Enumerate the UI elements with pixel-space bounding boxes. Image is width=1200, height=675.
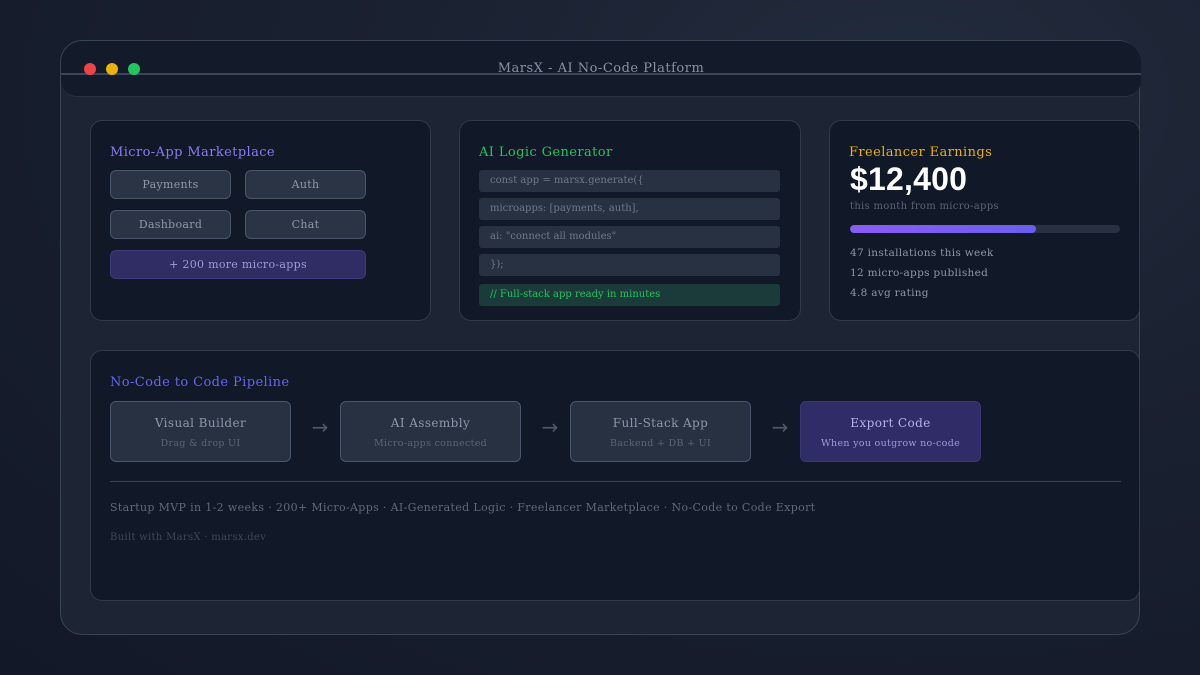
step-title: Export Code xyxy=(850,416,931,430)
step-visual-builder[interactable]: Visual Builder Drag & drop UI xyxy=(110,401,291,462)
app-chip-dashboard[interactable]: Dashboard xyxy=(110,210,231,239)
stat-rating: 4.8 avg rating xyxy=(850,287,929,299)
arrow-right-icon: → xyxy=(541,415,559,439)
step-subtitle: Backend + DB + UI xyxy=(610,438,711,449)
marketplace-title: Micro-App Marketplace xyxy=(110,145,276,160)
step-title: Full-Stack App xyxy=(612,416,709,430)
step-ai-assembly[interactable]: AI Assembly Micro-apps connected xyxy=(340,401,521,462)
app-chip-payments[interactable]: Payments xyxy=(110,170,231,199)
code-result-line: // Full-stack app ready in minutes xyxy=(479,284,780,306)
logic-generator-card: AI Logic Generator const app = marsx.gen… xyxy=(459,120,801,321)
earnings-period: this month from micro-apps xyxy=(850,201,999,212)
title-bar: MarsX - AI No-Code Platform xyxy=(61,41,1141,97)
step-subtitle: When you outgrow no-code xyxy=(820,438,960,449)
window-title: MarsX - AI No-Code Platform xyxy=(497,61,705,76)
step-title: Visual Builder xyxy=(154,416,247,430)
earnings-amount: $12,400 xyxy=(850,161,968,197)
built-with-footer: Built with MarsX · marsx.dev xyxy=(110,532,267,543)
arrow-right-icon: → xyxy=(311,415,329,439)
earnings-title: Freelancer Earnings xyxy=(849,145,993,160)
pipeline-divider xyxy=(110,481,1121,482)
earnings-progress-bar xyxy=(850,225,1120,233)
step-subtitle: Drag & drop UI xyxy=(160,438,241,449)
stat-published: 12 micro-apps published xyxy=(850,267,989,279)
step-subtitle: Micro-apps connected xyxy=(373,438,488,449)
pipeline-card: No-Code to Code Pipeline Visual Builder … xyxy=(90,350,1140,601)
marketplace-card: Micro-App Marketplace Payments Auth Dash… xyxy=(90,120,431,321)
code-line: const app = marsx.generate({ xyxy=(479,170,780,192)
more-apps-button[interactable]: + 200 more micro-apps xyxy=(110,250,366,279)
code-line: }); xyxy=(479,254,780,276)
earnings-progress-fill xyxy=(850,225,1037,233)
app-chip-chat[interactable]: Chat xyxy=(245,210,366,239)
step-export-code[interactable]: Export Code When you outgrow no-code xyxy=(800,401,981,462)
stat-installations: 47 installations this week xyxy=(850,247,994,259)
earnings-card: Freelancer Earnings $12,400 this month f… xyxy=(829,120,1140,321)
arrow-right-icon: → xyxy=(771,415,789,439)
logic-generator-title: AI Logic Generator xyxy=(479,145,613,160)
step-title: AI Assembly xyxy=(390,416,471,430)
code-line: microapps: [payments, auth], xyxy=(479,198,780,220)
feature-list: Startup MVP in 1-2 weeks · 200+ Micro-Ap… xyxy=(110,501,816,514)
pipeline-title: No-Code to Code Pipeline xyxy=(110,375,290,390)
code-line: ai: "connect all modules" xyxy=(479,226,780,248)
step-full-stack-app[interactable]: Full-Stack App Backend + DB + UI xyxy=(570,401,751,462)
app-chip-auth[interactable]: Auth xyxy=(245,170,366,199)
